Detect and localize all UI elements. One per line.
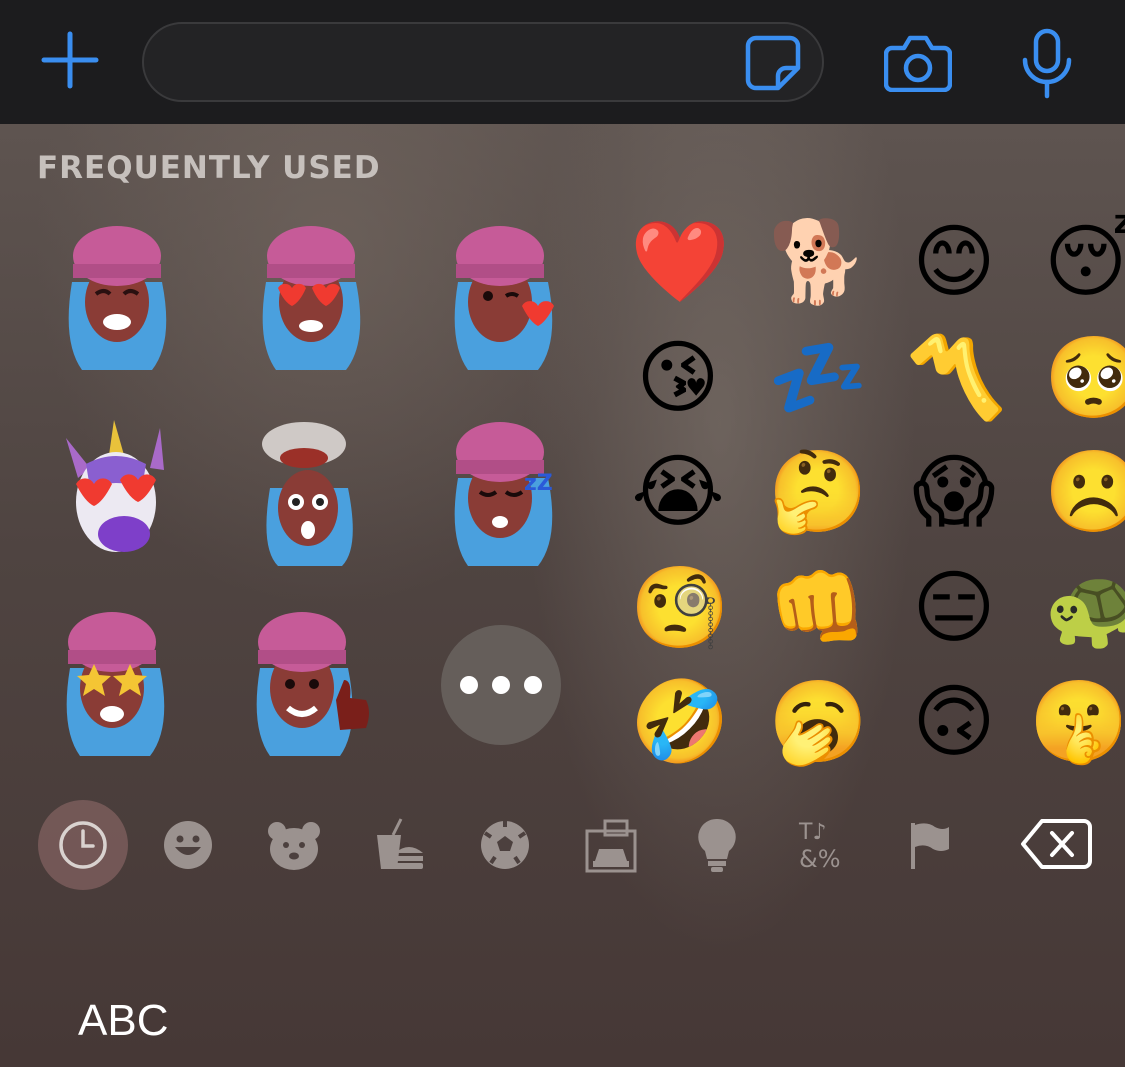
emoji-loudly-crying-face[interactable]: 😭 <box>630 444 726 540</box>
animals-icon <box>268 822 320 870</box>
objects-icon <box>698 818 736 872</box>
flags-icon <box>911 823 949 869</box>
smileys-icon <box>164 821 212 869</box>
category-smileys[interactable] <box>143 800 233 890</box>
memoji-thumbs-up[interactable] <box>244 608 374 758</box>
category-objects[interactable] <box>672 800 762 890</box>
category-animals[interactable] <box>249 800 339 890</box>
emoji-expressionless-face[interactable]: 😑 <box>906 560 1002 656</box>
emoji-face-with-monocle[interactable]: 🧐 <box>630 560 730 656</box>
memoji-star-struck[interactable] <box>50 608 180 758</box>
more-dot <box>492 676 510 694</box>
message-input[interactable] <box>142 22 824 102</box>
food-icon <box>377 818 423 869</box>
sticker-icon[interactable] <box>744 34 802 92</box>
svg-text:T♪: T♪ <box>798 820 826 845</box>
category-recent[interactable] <box>38 800 128 890</box>
emoji-pleading-face[interactable]: 🥺 <box>1044 330 1125 426</box>
section-title: FREQUENTLY USED <box>37 150 381 186</box>
category-flags[interactable] <box>884 800 974 890</box>
more-icon[interactable] <box>441 625 561 745</box>
category-food[interactable] <box>354 800 444 890</box>
emoji-yawning-face[interactable]: 🥱 <box>768 674 868 770</box>
emoji-zzz[interactable]: 💤 <box>768 330 868 426</box>
memoji-heart-eyes[interactable] <box>246 222 376 372</box>
memoji-unicorn-heart-eyes[interactable] <box>56 418 186 568</box>
backspace-icon[interactable] <box>1020 818 1092 870</box>
memoji-sleeping[interactable]: zZ <box>438 418 568 568</box>
svg-text:zZ: zZ <box>524 471 553 496</box>
emoji-sleeping-face[interactable]: 😴 <box>1044 214 1125 310</box>
emoji-frowning-face[interactable]: ☹️ <box>1044 444 1125 540</box>
travel-icon <box>585 819 637 873</box>
emoji-oncoming-fist[interactable]: 👊 <box>768 560 868 656</box>
category-activity[interactable] <box>460 800 550 890</box>
memoji-kiss-heart[interactable] <box>438 222 568 372</box>
recent-icon <box>59 821 107 869</box>
compose-bar <box>0 0 1125 124</box>
emoji-upside-down-face[interactable]: 🙃 <box>906 674 1002 770</box>
emoji-face-blowing-kiss[interactable]: 😘 <box>630 330 726 426</box>
more-dot <box>460 676 478 694</box>
microphone-icon[interactable] <box>1020 28 1074 100</box>
emoji-thinking-face[interactable]: 🤔 <box>768 444 868 540</box>
memoji-exploding-head[interactable] <box>250 418 380 568</box>
svg-text:&%: &% <box>799 845 841 873</box>
emoji-red-heart[interactable]: ❤️ <box>630 214 730 310</box>
activity-icon <box>481 821 529 869</box>
camera-icon[interactable] <box>883 34 953 93</box>
category-travel[interactable] <box>566 800 656 890</box>
memoji-laughing-tears[interactable] <box>52 222 182 372</box>
abc-keyboard-button[interactable]: ABC <box>78 996 168 1046</box>
emoji-smiling-face[interactable]: 😊 <box>906 214 1002 310</box>
emoji-dog[interactable]: 🐕 <box>768 214 868 310</box>
more-dot <box>524 676 542 694</box>
category-symbols[interactable]: T♪ &% <box>778 800 868 890</box>
symbols-icon: T♪ &% <box>798 820 841 873</box>
emoji-part-alternation-mark[interactable]: 〽️ <box>906 330 1006 426</box>
emoji-rolling-on-floor-laughing[interactable]: 🤣 <box>630 674 730 770</box>
emoji-turtle[interactable]: 🐢 <box>1044 560 1125 656</box>
plus-icon[interactable] <box>40 30 100 90</box>
emoji-face-screaming-in-fear[interactable]: 😱 <box>906 444 1002 540</box>
emoji-shushing-face[interactable]: 🤫 <box>1029 674 1125 770</box>
